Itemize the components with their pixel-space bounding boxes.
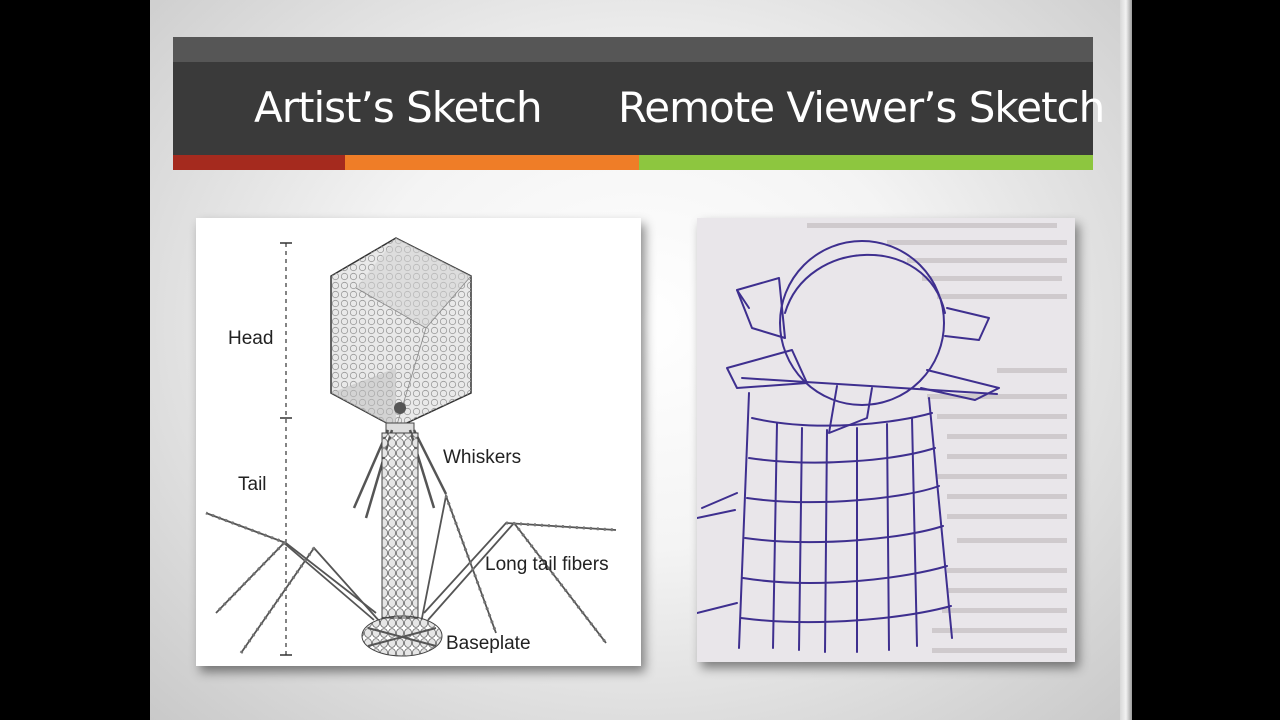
label-baseplate: Baseplate [446, 633, 531, 654]
pen-sketch [697, 223, 1067, 653]
accent-bar-red [173, 155, 345, 170]
sketch-sphere [779, 240, 945, 406]
slide-edge [1120, 0, 1132, 720]
phage-head [330, 237, 472, 429]
accent-bar-orange [345, 155, 639, 170]
artist-sketch-image: Head Tail Whiskers Long tail fibers Base… [196, 218, 641, 666]
label-tail: Tail [238, 474, 267, 495]
bacteriophage-diagram: Head Tail Whiskers Long tail fibers Base… [205, 237, 617, 657]
label-whiskers: Whiskers [443, 447, 521, 468]
remote-viewer-sketch-image [697, 218, 1075, 662]
title-artists-sketch: Artist’s Sketch [254, 83, 543, 132]
sketch-cylinder [738, 392, 750, 649]
baseplate [361, 615, 443, 657]
title-bar-top-strip [173, 37, 1093, 62]
title-remote-viewers-sketch: Remote Viewer’s Sketch [618, 83, 1105, 132]
tail-sheath [381, 432, 419, 619]
accent-bar-green [639, 155, 1093, 170]
label-head: Head [228, 328, 273, 349]
label-long-tail-fibers: Long tail fibers [485, 554, 609, 575]
